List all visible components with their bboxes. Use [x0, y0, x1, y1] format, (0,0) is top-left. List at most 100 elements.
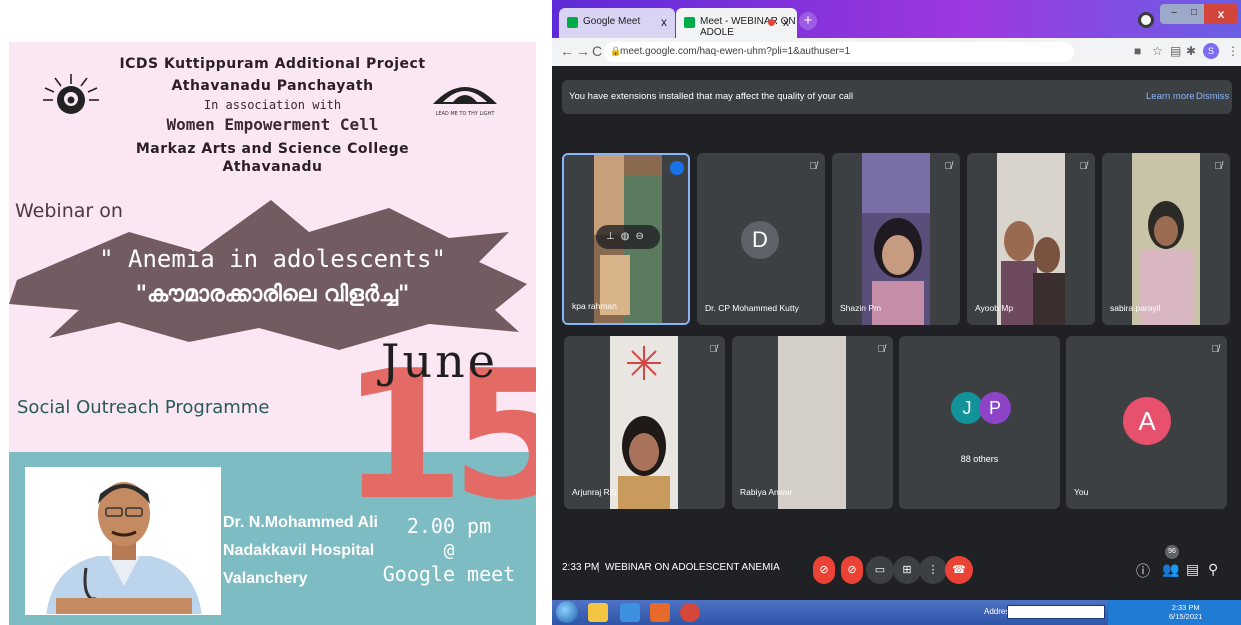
- browser-menu-icon[interactable]: ⋮: [1227, 44, 1239, 58]
- chrome-icon[interactable]: [680, 603, 700, 622]
- event-month: June: [381, 334, 498, 388]
- extension-menu-icon[interactable]: ▤: [1170, 44, 1181, 58]
- tab-bar: Google Meet x Meet - WEBINAR ON ADOLE x …: [552, 0, 1241, 38]
- participant-tile[interactable]: ⊥◍⊖ kpa rahman: [562, 153, 690, 325]
- chat-icon[interactable]: ▤: [1186, 561, 1199, 578]
- poster-line-6: Athavanadu: [222, 159, 323, 175]
- doctor-photo: [25, 467, 221, 615]
- participant-tile[interactable]: 🎙̸ Ayoob Mp: [967, 153, 1095, 325]
- participant-name: kpa rahman: [572, 301, 617, 311]
- system-clock[interactable]: 2:33 PM 6/15/2021: [1169, 603, 1202, 621]
- participant-name: sabira parayil: [1110, 303, 1161, 313]
- pin-icon[interactable]: ⊥: [606, 231, 621, 242]
- self-tile[interactable]: 🎙̸ A You: [1066, 336, 1227, 509]
- learn-more-link[interactable]: Learn more: [1146, 91, 1195, 102]
- mute-participant-icon[interactable]: ◍: [621, 231, 636, 242]
- browser-profile-icon[interactable]: [1138, 12, 1154, 28]
- recording-dot-icon: [768, 19, 775, 26]
- icds-logo-icon: [43, 74, 99, 114]
- minimize-button[interactable]: –: [1164, 4, 1184, 24]
- leave-call-button[interactable]: ☎: [945, 556, 973, 584]
- clock-date: 6/15/2021: [1169, 612, 1203, 621]
- mic-off-icon: 🎙̸: [944, 161, 953, 172]
- poster-line-5: Markaz Arts and Science College: [135, 141, 410, 157]
- remove-icon[interactable]: ⊖: [636, 231, 650, 242]
- mic-off-icon: 🎙̸: [709, 344, 718, 355]
- doctor-hospital: Nadakkavil Hospital: [223, 542, 375, 559]
- close-tab-icon[interactable]: x: [661, 15, 667, 29]
- participant-tile[interactable]: 🎙̸ Arjunraj Raj: [564, 336, 725, 509]
- participant-avatar: D: [741, 221, 779, 259]
- tab-google-meet[interactable]: Google Meet x: [559, 8, 675, 38]
- others-count: 88 others: [960, 454, 999, 464]
- participant-tile[interactable]: 🎙̸ sabira parayil: [1102, 153, 1230, 325]
- banner-text: You have extensions installed that may a…: [569, 91, 854, 102]
- mic-off-icon: 🎙̸: [877, 344, 886, 355]
- event-platform: Google meet: [382, 562, 516, 586]
- participant-avatar: P: [979, 392, 1011, 424]
- meeting-time: 2:33 PM: [562, 562, 600, 573]
- participant-video: [1132, 153, 1200, 325]
- participant-name: Dr. CP Mohammed Kutty: [705, 303, 799, 313]
- start-button[interactable]: [556, 601, 578, 623]
- browser-window: Google Meet x Meet - WEBINAR ON ADOLE x …: [552, 0, 1241, 625]
- poster-line-1: ICDS Kuttippuram Additional Project: [119, 56, 426, 72]
- event-time: 2.00 pm: [406, 514, 492, 538]
- self-avatar: A: [1123, 397, 1171, 445]
- more-options-button[interactable]: ⋮: [919, 556, 947, 584]
- webinar-on-label: Webinar on: [15, 200, 123, 222]
- outreach-label: Social Outreach Programme: [17, 397, 270, 418]
- file-explorer-icon[interactable]: [588, 603, 608, 622]
- tile-hover-controls[interactable]: ⊥◍⊖: [596, 225, 660, 249]
- mic-off-icon: 🎙̸: [1211, 344, 1220, 355]
- close-tab-icon[interactable]: x: [783, 15, 789, 29]
- forward-arrow-icon[interactable]: →: [576, 43, 590, 59]
- bookmark-star-icon[interactable]: ☆: [1152, 44, 1163, 58]
- extensions-puzzle-icon[interactable]: ✱: [1186, 44, 1196, 58]
- window-controls: – □ x: [1160, 4, 1238, 24]
- clock-time: 2:33 PM: [1171, 603, 1200, 612]
- present-screen-button[interactable]: ⊞: [893, 556, 921, 584]
- others-tile[interactable]: J P 88 others: [899, 336, 1060, 509]
- dismiss-button[interactable]: Dismiss: [1196, 91, 1229, 102]
- participant-name: You: [1074, 487, 1089, 497]
- participant-tile[interactable]: 🎙̸ Rabiya Anwar: [732, 336, 893, 509]
- close-window-button[interactable]: x: [1204, 4, 1238, 24]
- mic-off-icon: 🎙̸: [1079, 161, 1088, 172]
- meeting-info-icon[interactable]: ⓘ: [1136, 561, 1150, 581]
- participant-video: [610, 336, 678, 509]
- back-arrow-icon[interactable]: ←: [560, 43, 574, 59]
- tab-label: Google Meet: [583, 16, 641, 27]
- participant-tile[interactable]: 🎙̸ D Dr. CP Mohammed Kutty: [697, 153, 825, 325]
- camera-off-button[interactable]: ⊘: [841, 556, 863, 584]
- mic-off-icon: 🎙̸: [1214, 161, 1223, 172]
- activities-icon[interactable]: ⚲: [1208, 561, 1218, 578]
- tab-label: Meet - WEBINAR ON ADOLE: [700, 16, 796, 38]
- camera-indicator-icon[interactable]: ■: [1134, 44, 1141, 58]
- participant-name: Arjunraj Raj: [572, 487, 617, 497]
- speaking-indicator-icon: [670, 161, 684, 175]
- address-bar[interactable]: 🔒 meet.google.com/haq-ewen-uhm?pli=1&aut…: [604, 42, 1074, 62]
- participant-name: Rabiya Anwar: [740, 487, 793, 497]
- maximize-button[interactable]: □: [1184, 4, 1204, 24]
- media-player-icon[interactable]: [650, 603, 670, 622]
- extensions-warning-banner: You have extensions installed that may a…: [562, 80, 1232, 114]
- participant-name: Ayoob Mp: [975, 303, 1014, 313]
- reload-icon[interactable]: C: [592, 43, 602, 59]
- people-count-badge: 96: [1165, 545, 1179, 559]
- college-logo-motto: LEAD ME TO THY LIGHT: [435, 111, 495, 117]
- address-input[interactable]: [1007, 605, 1105, 619]
- webinar-poster: ICDS Kuttippuram Additional Project Atha…: [9, 42, 536, 625]
- internet-explorer-icon[interactable]: [620, 603, 640, 622]
- account-avatar[interactable]: S: [1203, 43, 1219, 59]
- event-at: @: [443, 540, 455, 561]
- microphone-off-button[interactable]: ⊘: [813, 556, 835, 584]
- tab-webinar[interactable]: Meet - WEBINAR ON ADOLE x: [676, 8, 797, 38]
- url-text: meet.google.com/haq-ewen-uhm?pli=1&authu…: [620, 46, 851, 57]
- people-icon[interactable]: 👥: [1162, 561, 1179, 578]
- mic-off-icon: 🎙̸: [809, 161, 818, 172]
- meet-favicon-icon: [684, 17, 695, 28]
- captions-button[interactable]: ▭: [866, 556, 894, 584]
- participant-tile[interactable]: 🎙̸ Shazin Pm: [832, 153, 960, 325]
- new-tab-button[interactable]: +: [799, 12, 817, 30]
